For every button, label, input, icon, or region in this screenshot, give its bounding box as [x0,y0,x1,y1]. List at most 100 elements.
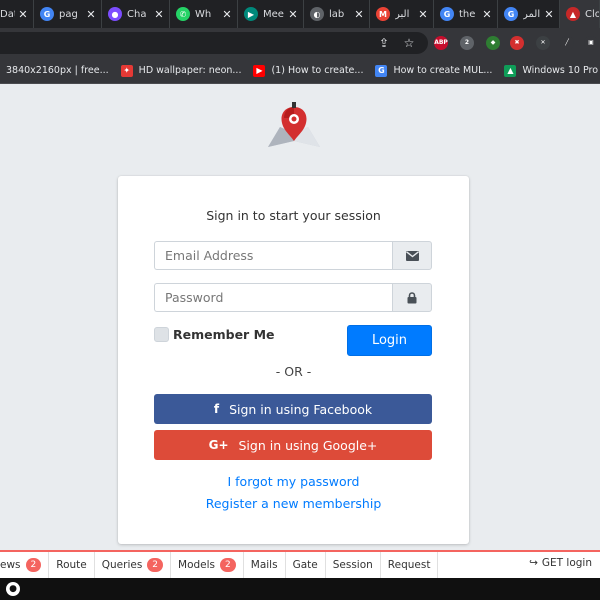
password-input[interactable] [154,283,392,312]
envelope-icon [392,241,432,270]
tab-favicon-icon: ◐ [310,7,324,21]
tab-title: Cha [127,8,147,20]
extension-icon[interactable]: 2 [460,36,474,50]
tab-close-icon[interactable]: ✕ [287,8,299,21]
debugbar-tabs: ews 2 Route Queries 2 Models 2 Mails Gate Session… [0,552,439,578]
bookmark-label: How to create MUL... [393,65,493,76]
tab-favicon-icon: G [504,7,518,21]
tab-title: البر [395,8,410,20]
facebook-signin-label: Sign in using Facebook [229,401,373,417]
browser-tab[interactable]: ◐ lab ✕ [304,0,370,28]
browser-tab[interactable]: ▶ Mee ✕ [238,0,304,28]
bookmark-label: Windows 10 Pro x3... [522,65,600,76]
tab-title: المر [523,8,541,20]
bookmark-item[interactable]: ▶ (1) How to create... [247,64,369,77]
tab-favicon-icon: ▶ [244,7,258,21]
start-icon[interactable]: ● [6,582,20,596]
extension-icon[interactable]: ╱ [560,36,574,50]
browser-tab[interactable]: G المر ✕ [498,0,560,28]
extension-icon[interactable]: ◆ [486,36,500,50]
bookmark-favicon-icon: G [375,64,388,77]
browser-tab-strip: Dat✕Gpag✕●Cha✕✆Wh✕▶Mee✕◐lab✕Mالبر✕Gthe✕G… [0,0,600,28]
debugbar-tab[interactable]: Gate [286,552,326,578]
google-plus-icon: G+ [208,438,229,452]
email-input-group [154,241,432,270]
debugbar-tab[interactable]: ews 2 [0,552,50,578]
debugbar-route[interactable]: ↪ GET login [529,557,592,569]
facebook-icon: f [213,402,220,416]
register-link[interactable]: Register a new membership [118,496,469,511]
tab-favicon-icon: ✆ [176,7,190,21]
tab-favicon-icon: ▲ [566,7,580,21]
tab-close-icon[interactable]: ✕ [353,8,365,21]
browser-tab[interactable]: M البر ✕ [370,0,434,28]
taskbar: ● [0,578,600,600]
tab-close-icon[interactable]: ✕ [481,8,493,21]
bookmark-item[interactable]: G How to create MUL... [369,64,498,77]
tab-title: Dat [0,8,15,20]
debugbar-tab-label: Queries [101,559,143,571]
bookmark-item[interactable]: ✦ HD wallpaper: neon... [115,64,248,77]
debugbar-tab[interactable]: Queries 2 [95,552,172,578]
google-signin-button[interactable]: G+ Sign in using Google+ [154,430,432,460]
tab-title: lab [329,8,345,20]
tab-favicon-icon: ● [108,7,122,21]
bookmark-item[interactable]: ▲ Windows 10 Pro x3... [498,64,600,77]
remember-me-checkbox[interactable] [154,327,169,342]
debugbar-tab-label: Mails [250,559,278,571]
tab-favicon-icon: G [40,7,54,21]
bookmarks-bar: 3840x2160px | free... ✦ HD wallpaper: neon… [0,58,600,84]
tab-favicon-icon: M [376,7,390,21]
bookmark-label: (1) How to create... [271,65,364,76]
extension-icon[interactable]: ABP [434,36,448,50]
debugbar: ews 2 Route Queries 2 Models 2 Mails Gate Session… [0,550,600,578]
share-icon[interactable]: ⇪ [376,35,392,51]
tab-title: the [459,8,476,20]
tab-close-icon[interactable]: ✕ [417,8,429,21]
tab-close-icon[interactable]: ✕ [85,8,97,21]
debugbar-tab[interactable]: Session [326,552,381,578]
browser-tab[interactable]: Gpag ✕ [34,0,102,28]
tab-close-icon[interactable]: ✕ [153,8,165,21]
extension-icon[interactable]: ✕ [536,36,550,50]
address-bar[interactable]: ⇪ ☆ [0,32,428,54]
debugbar-tab[interactable]: Mails [244,552,286,578]
debugbar-tab[interactable]: Route [49,552,95,578]
remember-me: Remember Me [154,327,275,342]
email-input[interactable] [154,241,392,270]
app-logo [268,102,320,147]
tab-close-icon[interactable]: ✕ [543,8,555,21]
debugbar-tab-label: Request [387,559,431,571]
browser-tab[interactable]: Dat✕ [0,0,34,28]
extension-icon[interactable]: ▣ [584,36,598,50]
google-signin-label: Sign in using Google+ [238,437,378,453]
bookmark-favicon-icon: ▶ [253,64,266,77]
remember-me-label[interactable]: Remember Me [173,327,275,342]
login-heading: Sign in to start your session [206,208,381,223]
lock-icon [392,283,432,312]
debugbar-tab[interactable]: Models 2 [171,552,244,578]
debugbar-count-badge: 2 [220,558,236,572]
login-card: Sign in to start your session Remember M… [118,176,469,544]
tab-close-icon[interactable]: ✕ [17,8,29,21]
tab-close-icon[interactable]: ✕ [221,8,233,21]
browser-toolbar: ⇪ ☆ ABP 2 ◆ ✖ ✕ ╱ ▣ [0,28,600,58]
debugbar-tab-label: ews [0,559,21,571]
browser-tab[interactable]: ● Cha ✕ [102,0,170,28]
or-divider: - OR - [275,364,312,379]
bookmark-favicon-icon: ▲ [504,64,517,77]
browser-tab[interactable]: ✆ Wh ✕ [170,0,238,28]
browser-tab[interactable]: ▲ Clo [560,0,600,28]
debugbar-tab[interactable]: Request [381,552,439,578]
login-page: Sign in to start your session Remember M… [0,85,600,550]
extension-icon[interactable]: ✖ [510,36,524,50]
facebook-signin-button[interactable]: f Sign in using Facebook [154,394,432,424]
forgot-password-link[interactable]: I forgot my password [118,474,469,489]
browser-tab[interactable]: Gthe ✕ [434,0,498,28]
bookmark-item[interactable]: 3840x2160px | free... [0,65,115,76]
debugbar-tab-label: Gate [292,559,318,571]
debugbar-count-badge: 2 [25,558,42,572]
debugbar-tab-label: Session [332,559,373,571]
bookmark-star-icon[interactable]: ☆ [401,35,417,51]
login-button[interactable]: Login [347,325,432,356]
